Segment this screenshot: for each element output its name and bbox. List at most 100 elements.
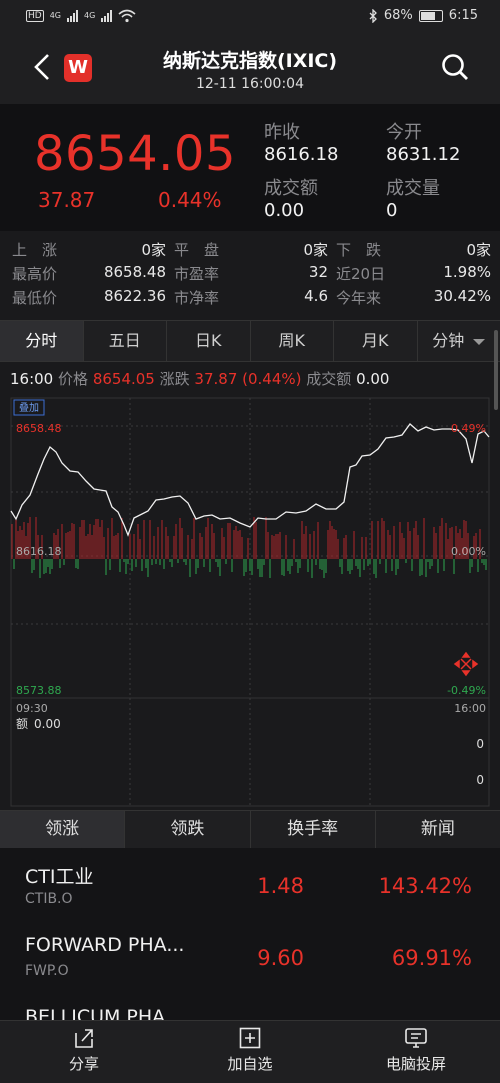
stat-value: 0家 [141,241,166,259]
volume-value: 0 [386,200,398,221]
stat-value: 32 [308,263,328,281]
volume-axis-bottom: 0 [476,773,484,787]
axis-low: 8573.88 [16,684,62,697]
stat-label: 近20日 [336,265,386,283]
stat-label: 下 跌 [336,241,382,259]
stat-label: 今年来 [336,289,382,307]
stock-price: 1.48 [257,874,304,898]
list-item[interactable]: CTI工业 CTIB.O 1.48 143.42% [0,848,500,920]
network-type-1: 4G [49,11,61,20]
tab-weekly-k[interactable]: 周K [251,321,334,361]
stat-value: 4.6 [304,287,328,305]
open-label: 今开 [386,122,422,143]
cast-label: 电脑投屏 [385,1055,446,1073]
tab-turnover-rate[interactable]: 换手率 [251,811,376,848]
stats-row: 上 涨 0家 平 盘 0家 下 跌 0家 [0,239,500,263]
info-time: 16:00 [10,370,54,388]
caret-down-icon [473,339,486,345]
axis-start-time: 09:30 [16,702,48,715]
tab-top-gainers[interactable]: 领涨 [0,811,126,848]
crosshair-info-line: 16:00 价格 8654.05 涨跌 37.87 (0.44%) 成交额 0.… [0,362,500,396]
screen-cast-icon [405,1028,427,1048]
overlay-label: 叠加 [19,402,39,414]
prev-close-label: 昨收 [264,122,300,143]
cast-button[interactable]: 电脑投屏 [356,1027,476,1074]
stat-label: 市盈率 [174,265,220,283]
stats-panel: 上 涨 0家 平 盘 0家 下 跌 0家 最高价 8658.48 市盈率 32 … [0,231,500,318]
network-type-2: 4G [84,11,96,20]
stat-label: 上 涨 [12,241,58,259]
tab-minute[interactable]: 分钟 [418,321,500,361]
info-change-label: 涨跌 [159,370,190,388]
nav-bar: W 纳斯达克指数(IXIC) 12-11 16:00:04 [0,34,500,104]
tab-daily-k[interactable]: 日K [167,321,251,361]
period-tabs: 分时 五日 日K 周K 月K 分钟 [0,320,500,362]
battery-icon [418,9,443,22]
stock-name: FORWARD PHA... [25,934,185,956]
info-change: 37.87 (0.44%) [194,370,302,388]
stat-value: 30.42% [433,287,491,305]
scrollbar[interactable] [494,330,498,410]
tab-minute-label: 分钟 [432,331,465,350]
stat-value: 8658.48 [103,263,166,281]
stock-code: CTIB.O [25,891,73,907]
stat-label: 平 盘 [174,241,220,259]
prev-close-value: 8616.18 [264,144,339,165]
price-change-percent: 0.44% [158,188,222,212]
tab-news[interactable]: 新闻 [376,811,500,848]
share-label: 分享 [68,1055,99,1073]
intraday-chart[interactable]: 叠加 8658.48 0.49% 8616.18 0.00% 8573.88 -… [0,396,500,810]
stat-label: 市净率 [174,289,220,307]
axis-mid-pct: 0.00% [451,545,486,558]
page-timestamp: 12-11 16:00:04 [195,76,304,92]
stock-price: 9.60 [257,946,304,970]
list-item[interactable]: BELLICUM PHA [0,992,500,1020]
expand-icon[interactable] [453,651,479,677]
tab-monthly-k[interactable]: 月K [334,321,418,361]
axis-mid: 8616.18 [16,545,62,558]
signal-icon [101,10,113,22]
amount-value: 0.00 [34,717,61,731]
axis-end-time: 16:00 [454,702,486,715]
tab-intraday[interactable]: 分时 [0,321,84,361]
add-watchlist-button[interactable]: 加自选 [190,1027,310,1074]
bluetooth-icon [369,8,377,23]
signal-icon [67,10,78,22]
stat-value: 0家 [466,241,491,259]
stock-code: FWP.O [25,963,69,979]
tab-top-losers[interactable]: 领跌 [125,811,251,848]
price-change: 37.87 [38,188,96,212]
page-title: 纳斯达克指数(IXIC) [162,50,338,72]
amount-label: 额 [16,717,28,731]
stat-value: 8622.36 [103,287,166,305]
axis-low-pct: -0.49% [447,684,486,697]
info-price: 8654.05 [92,370,155,388]
tab-five-day[interactable]: 五日 [84,321,167,361]
stat-value: 0家 [303,241,328,259]
quote-panel: 8654.05 37.87 0.44% 昨收 8616.18 今开 8631.1… [0,104,500,231]
volume-axis-top: 0 [476,737,484,751]
ranking-tabs: 领涨 领跌 换手率 新闻 [0,810,500,848]
info-turnover: 0.00 [356,370,390,388]
hd-icon: HD [26,10,44,22]
add-icon [239,1027,261,1049]
wifi-icon [118,9,136,23]
status-bar: HD 4G 4G 68% 6:15 [0,0,500,34]
axis-high: 8658.48 [16,422,62,435]
search-icon[interactable] [440,52,470,82]
info-turnover-label: 成交额 [306,370,352,388]
stock-name: CTI工业 [25,866,94,888]
turnover-value: 0.00 [264,200,305,221]
info-price-label: 价格 [58,370,89,388]
bottom-action-bar: 分享 加自选 电脑投屏 [0,1020,500,1083]
share-icon [75,1029,93,1048]
share-button[interactable]: 分享 [24,1027,144,1074]
stats-row: 最高价 8658.48 市盈率 32 近20日 1.98% [0,263,500,287]
stat-value: 1.98% [443,263,491,281]
intraday-chart-svg: 叠加 8658.48 0.49% 8616.18 0.00% 8573.88 -… [10,397,490,807]
stock-name: BELLICUM PHA [25,1006,166,1020]
open-value: 8631.12 [386,144,461,165]
list-item[interactable]: FORWARD PHA... FWP.O 9.60 69.91% [0,920,500,992]
volume-label: 成交量 [386,178,440,199]
clock: 6:15 [448,8,478,23]
